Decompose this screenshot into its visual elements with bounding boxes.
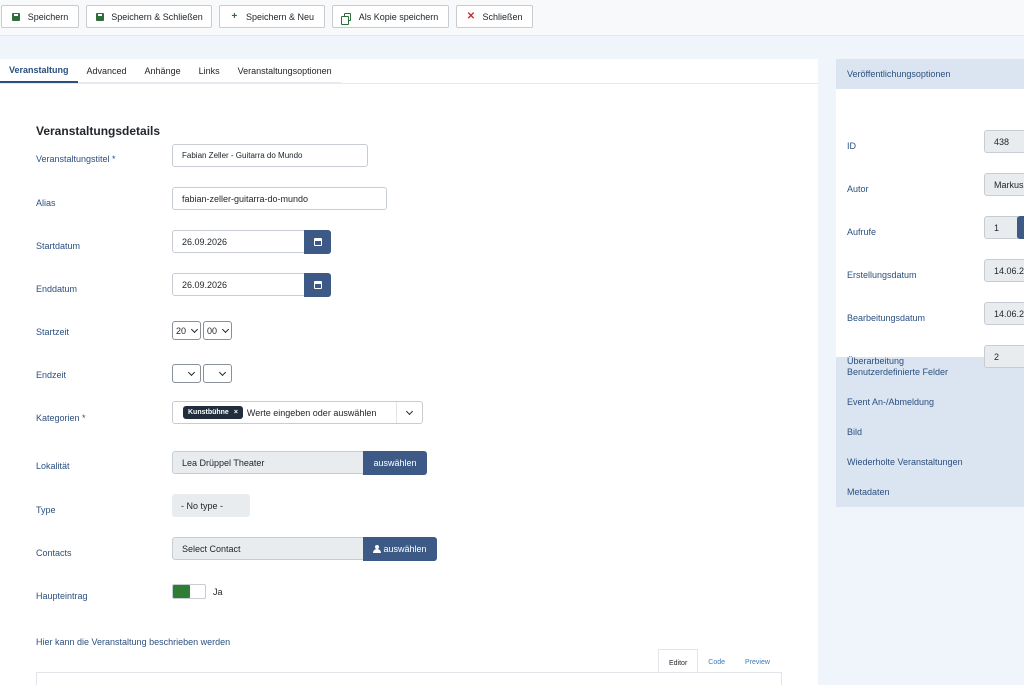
end-minute-select[interactable] bbox=[203, 364, 232, 383]
close-button[interactable]: ✕ Schließen bbox=[456, 5, 533, 28]
publishing-options-body: ID 438 Autor Markus Aufrufe 1 Erstellung… bbox=[836, 89, 1024, 368]
created-label: Erstellungsdatum bbox=[847, 270, 917, 280]
end-time-label: Endzeit bbox=[36, 370, 67, 380]
save-close-button[interactable]: Speichern & Schließen bbox=[86, 5, 212, 28]
chevron-down-icon bbox=[405, 407, 414, 415]
reset-hits-button[interactable] bbox=[1017, 216, 1024, 239]
tab-bar: Veranstaltung Advanced Anhänge Links Ver… bbox=[0, 59, 341, 83]
calendar-icon bbox=[313, 281, 322, 289]
type-select[interactable]: - No type - bbox=[172, 494, 250, 517]
author-label: Autor bbox=[847, 184, 869, 194]
modified-label: Bearbeitungsdatum bbox=[847, 313, 926, 323]
start-date-label: Startdatum bbox=[36, 241, 81, 251]
contacts-select-button[interactable]: auswählen bbox=[363, 537, 437, 561]
id-field: 438 bbox=[984, 130, 1024, 153]
accordion-registration[interactable]: Event An-/Abmeldung bbox=[836, 387, 1024, 417]
venue-input: Lea Drüppel Theater bbox=[172, 451, 364, 474]
tab-anhaenge[interactable]: Anhänge bbox=[135, 59, 190, 83]
tab-advanced[interactable]: Advanced bbox=[77, 59, 136, 83]
plus-icon: + bbox=[231, 10, 238, 22]
close-icon: ✕ bbox=[466, 10, 476, 22]
main-panel: Veranstaltung Advanced Anhänge Links Ver… bbox=[0, 59, 818, 685]
user-icon bbox=[373, 545, 382, 553]
side-accordion: Benutzerdefinierte Felder Event An-/Abme… bbox=[836, 357, 1024, 507]
type-label: Type bbox=[36, 505, 56, 515]
categories-multiselect[interactable]: Kunstbühne × Werte eingeben oder auswähle… bbox=[172, 401, 423, 424]
chip-remove-icon[interactable]: × bbox=[234, 409, 238, 416]
contacts-input: Select Contact bbox=[172, 537, 364, 560]
start-date-input[interactable]: 26.09.2026 bbox=[172, 230, 305, 253]
id-label: ID bbox=[847, 141, 856, 151]
categories-label: Kategorien * bbox=[36, 413, 86, 423]
venue-select-button[interactable]: auswählen bbox=[363, 451, 427, 475]
end-hour-select[interactable] bbox=[172, 364, 201, 383]
contacts-label: Contacts bbox=[36, 548, 72, 558]
start-hour-select[interactable]: 20 bbox=[172, 321, 201, 340]
chevron-down-icon bbox=[190, 325, 199, 333]
chevron-down-icon bbox=[187, 368, 196, 376]
chevron-down-icon bbox=[218, 368, 227, 376]
featured-value: Ja bbox=[213, 587, 223, 597]
chevron-down-icon bbox=[221, 325, 230, 333]
end-date-label: Enddatum bbox=[36, 284, 78, 294]
save-new-button[interactable]: + Speichern & Neu bbox=[219, 5, 325, 28]
accordion-image[interactable]: Bild bbox=[836, 417, 1024, 447]
end-date-input[interactable]: 26.09.2026 bbox=[172, 273, 305, 296]
start-minute-select[interactable]: 00 bbox=[203, 321, 232, 340]
tab-links[interactable]: Links bbox=[189, 59, 229, 83]
description-label: Hier kann die Veranstaltung beschrieben … bbox=[36, 637, 231, 647]
tab-veranstaltung[interactable]: Veranstaltung bbox=[0, 59, 78, 83]
tab-veranstaltungsoptionen[interactable]: Veranstaltungsoptionen bbox=[228, 59, 341, 83]
start-date-calendar-button[interactable] bbox=[304, 230, 331, 254]
publishing-options-header[interactable]: Veröffentlichungsoptionen bbox=[836, 59, 1024, 89]
author-field: Markus bbox=[984, 173, 1024, 196]
tab-divider bbox=[0, 83, 818, 84]
save-button[interactable]: Speichern bbox=[1, 5, 79, 28]
alias-label: Alias bbox=[36, 198, 56, 208]
category-chip[interactable]: Kunstbühne × bbox=[183, 406, 243, 419]
save-icon bbox=[95, 12, 104, 21]
modified-field: 14.06.2 bbox=[984, 302, 1024, 325]
save-copy-button[interactable]: Als Kopie speichern bbox=[332, 5, 449, 28]
venue-label: Lokalität bbox=[36, 461, 70, 471]
alias-input[interactable]: fabian-zeller-guitarra-do-mundo bbox=[172, 187, 387, 210]
end-date-calendar-button[interactable] bbox=[304, 273, 331, 297]
revision-field: 2 bbox=[984, 345, 1024, 368]
publishing-options-panel: Veröffentlichungsoptionen ID 438 Autor M… bbox=[836, 59, 1024, 507]
toolbar: Speichern Speichern & Schließen + Speich… bbox=[0, 0, 1024, 36]
categories-placeholder: Werte eingeben oder auswählen bbox=[246, 407, 377, 418]
revision-label: Überarbeitung bbox=[847, 356, 905, 366]
hits-field: 1 bbox=[984, 216, 1018, 239]
featured-label: Haupteintrag bbox=[36, 591, 88, 601]
save-icon bbox=[12, 12, 21, 21]
accordion-metadata[interactable]: Metadaten bbox=[836, 477, 1024, 507]
categories-dropdown-toggle[interactable] bbox=[396, 402, 422, 423]
event-title-input[interactable]: Fabian Zeller - Guitarra do Mundo bbox=[172, 144, 368, 167]
start-time-label: Startzeit bbox=[36, 327, 70, 337]
copy-icon bbox=[340, 12, 352, 25]
toggle-knob bbox=[173, 585, 190, 598]
created-field: 14.06.2 bbox=[984, 259, 1024, 282]
featured-toggle[interactable] bbox=[172, 584, 206, 599]
section-title: Veranstaltungsdetails bbox=[36, 124, 161, 138]
hits-label: Aufrufe bbox=[847, 227, 877, 237]
editor-frame[interactable] bbox=[36, 672, 782, 685]
accordion-recurring-events[interactable]: Wiederholte Veranstaltungen bbox=[836, 447, 1024, 477]
calendar-icon bbox=[313, 238, 322, 246]
event-title-label: Veranstaltungstitel * bbox=[36, 154, 116, 164]
